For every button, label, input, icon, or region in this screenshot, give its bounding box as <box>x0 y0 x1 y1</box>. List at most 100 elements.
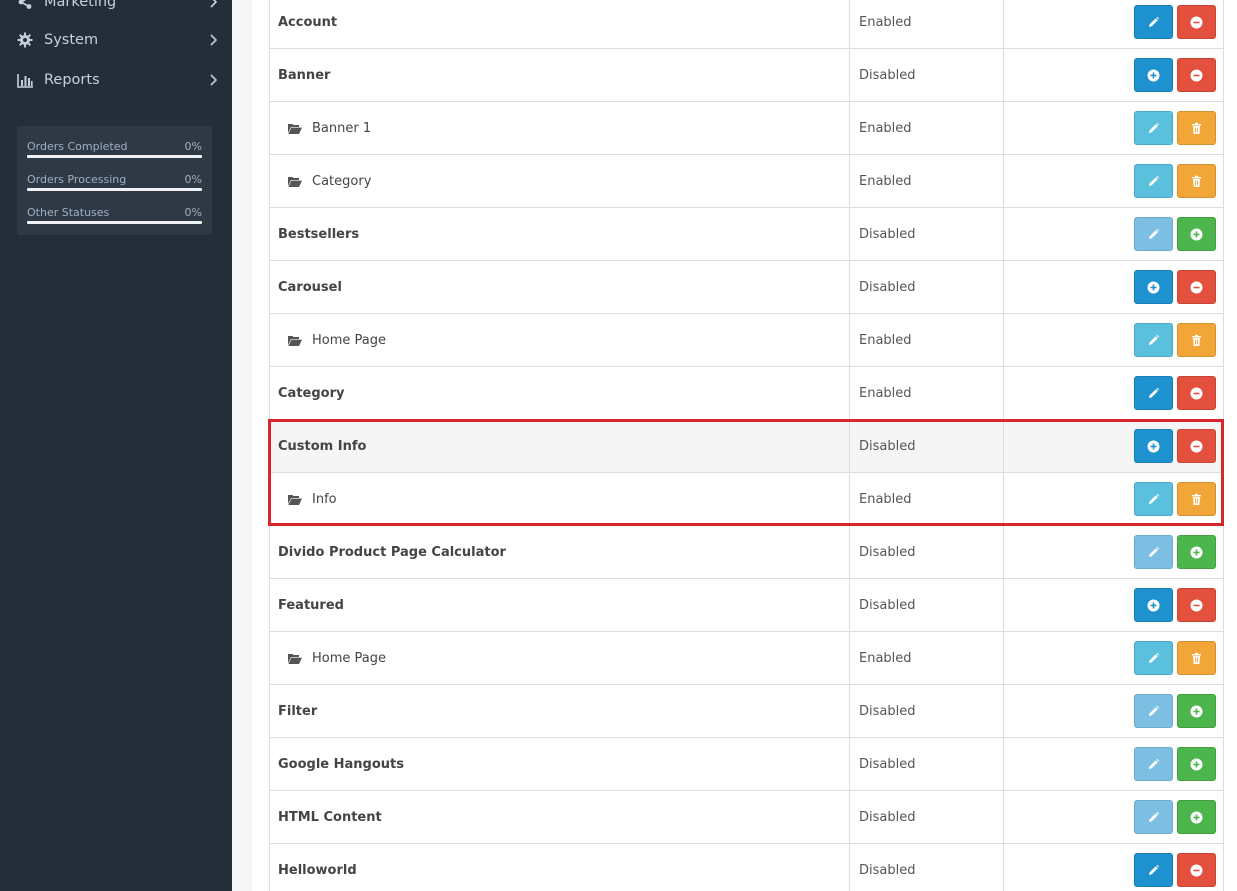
delete-button[interactable] <box>1177 323 1216 357</box>
stat-orders-processing: Orders Processing 0% <box>27 169 202 191</box>
uninstall-button[interactable] <box>1177 5 1216 39</box>
pencil-icon <box>1147 228 1160 241</box>
module-status: Enabled <box>850 0 1004 48</box>
module-name-cell: Filter <box>270 685 850 737</box>
uninstall-button[interactable] <box>1177 429 1216 463</box>
trash-icon <box>1190 652 1203 665</box>
uninstall-button[interactable] <box>1177 588 1216 622</box>
module-name: Banner 1 <box>312 120 372 136</box>
edit-button[interactable] <box>1134 482 1173 516</box>
delete-button[interactable] <box>1177 482 1216 516</box>
progress-bar <box>27 188 202 191</box>
module-name-cell: Category <box>270 155 850 207</box>
uninstall-button[interactable] <box>1177 58 1216 92</box>
module-name: Info <box>312 491 337 507</box>
module-status: Disabled <box>850 49 1004 101</box>
stat-other-statuses: Other Statuses 0% <box>27 202 202 224</box>
pencil-icon <box>1147 811 1160 824</box>
table-row: Account Enabled <box>270 0 1223 49</box>
delete-button[interactable] <box>1177 641 1216 675</box>
nav-item-marketing[interactable]: Marketing <box>0 0 232 20</box>
table-row: Custom Info Disabled <box>270 420 1223 473</box>
table-row: Bestsellers Disabled <box>270 208 1223 261</box>
module-status: Disabled <box>850 685 1004 737</box>
sidebar: Marketing System Reports Orders Complete… <box>0 0 232 891</box>
stat-percent: 0% <box>184 173 202 186</box>
folder-open-icon <box>288 123 302 134</box>
module-actions <box>1004 49 1224 101</box>
uninstall-button[interactable] <box>1177 270 1216 304</box>
install-button[interactable] <box>1134 58 1173 92</box>
edit-button[interactable] <box>1134 5 1173 39</box>
install-button[interactable] <box>1134 588 1173 622</box>
module-actions <box>1004 791 1224 843</box>
module-status: Disabled <box>850 844 1004 891</box>
module-actions <box>1004 526 1224 578</box>
bar-chart-icon <box>16 71 34 89</box>
module-status: Disabled <box>850 420 1004 472</box>
stat-percent: 0% <box>184 206 202 219</box>
minus-circle-icon <box>1190 281 1203 294</box>
plus-circle-icon <box>1190 228 1203 241</box>
table-row: Banner Disabled <box>270 49 1223 102</box>
module-actions <box>1004 102 1224 154</box>
module-status: Enabled <box>850 473 1004 525</box>
module-name-cell: HTML Content <box>270 791 850 843</box>
edit-button[interactable] <box>1134 853 1173 887</box>
edit-button-disabled[interactable] <box>1134 694 1173 728</box>
install-button[interactable] <box>1177 217 1216 251</box>
install-button[interactable] <box>1177 747 1216 781</box>
module-name-cell: Home Page <box>270 632 850 684</box>
edit-button[interactable] <box>1134 376 1173 410</box>
module-actions <box>1004 208 1224 260</box>
delete-button[interactable] <box>1177 164 1216 198</box>
module-actions <box>1004 314 1224 366</box>
nav-item-system[interactable]: System <box>0 22 232 58</box>
edit-button-disabled[interactable] <box>1134 535 1173 569</box>
module-name-cell: Custom Info <box>270 420 850 472</box>
nav-item-reports[interactable]: Reports <box>0 62 232 98</box>
edit-button-disabled[interactable] <box>1134 800 1173 834</box>
main-content: Account Enabled Banner Disabled Banner 1 Enab… <box>232 0 1237 891</box>
module-status: Disabled <box>850 261 1004 313</box>
edit-button[interactable] <box>1134 111 1173 145</box>
edit-button-disabled[interactable] <box>1134 747 1173 781</box>
edit-button[interactable] <box>1134 323 1173 357</box>
install-button[interactable] <box>1134 429 1173 463</box>
table-row: Divido Product Page Calculator Disabled <box>270 526 1223 579</box>
edit-button[interactable] <box>1134 164 1173 198</box>
stat-label: Orders Processing <box>27 173 127 186</box>
module-name: Divido Product Page Calculator <box>278 544 506 560</box>
uninstall-button[interactable] <box>1177 376 1216 410</box>
trash-icon <box>1190 493 1203 506</box>
install-button[interactable] <box>1177 800 1216 834</box>
module-name-cell: Bestsellers <box>270 208 850 260</box>
module-name: Filter <box>278 703 318 719</box>
pencil-icon <box>1147 122 1160 135</box>
module-status: Enabled <box>850 367 1004 419</box>
minus-circle-icon <box>1190 440 1203 453</box>
progress-bar <box>27 221 202 224</box>
plus-circle-icon <box>1147 281 1160 294</box>
module-actions <box>1004 261 1224 313</box>
minus-circle-icon <box>1190 16 1203 29</box>
plus-circle-icon <box>1190 758 1203 771</box>
table-row: Carousel Disabled <box>270 261 1223 314</box>
install-button[interactable] <box>1177 535 1216 569</box>
module-name: Account <box>278 14 338 30</box>
edit-button[interactable] <box>1134 641 1173 675</box>
trash-icon <box>1190 122 1203 135</box>
install-button[interactable] <box>1177 694 1216 728</box>
module-name: Home Page <box>312 332 386 348</box>
delete-button[interactable] <box>1177 111 1216 145</box>
install-button[interactable] <box>1134 270 1173 304</box>
progress-bar <box>27 155 202 158</box>
table-row: Featured Disabled <box>270 579 1223 632</box>
table-row: Category Enabled <box>270 367 1223 420</box>
table-row: Filter Disabled <box>270 685 1223 738</box>
edit-button-disabled[interactable] <box>1134 217 1173 251</box>
module-name: Bestsellers <box>278 226 360 242</box>
uninstall-button[interactable] <box>1177 853 1216 887</box>
share-icon <box>16 0 34 11</box>
chevron-right-icon <box>210 74 218 86</box>
